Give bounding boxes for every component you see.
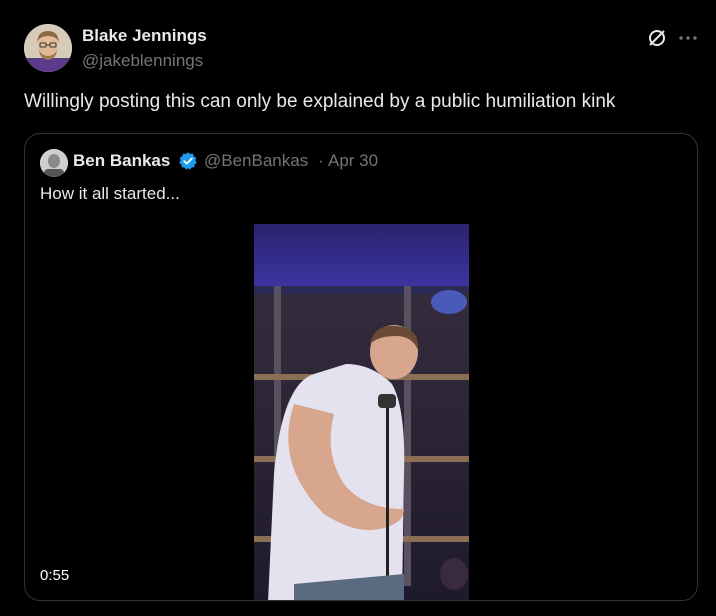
quote-author-handle[interactable]: @BenBankas [204,151,308,171]
meta-separator: · [318,151,324,170]
quoted-tweet-card[interactable]: Ben Bankas @BenBankas · Apr 30 How it al… [24,133,698,601]
tweet-text: Willingly posting this can only be expla… [24,91,616,112]
author-name[interactable]: Blake Jennings [82,26,207,46]
video-player[interactable] [254,224,469,600]
quote-text: How it all started... [40,184,180,203]
quote-author-avatar[interactable] [40,149,68,177]
verified-badge-icon [178,151,198,171]
video-duration: 0:55 [40,567,70,584]
quote-date[interactable]: Apr 30 [328,151,378,171]
author-handle[interactable]: @jakeblennings [82,51,203,71]
tweet: Blake Jennings @jakeblennings Willingly … [0,0,716,616]
author-avatar[interactable] [24,24,72,72]
grok-icon[interactable] [645,26,669,50]
quote-author-name[interactable]: Ben Bankas [73,151,170,171]
more-icon[interactable] [676,26,700,50]
